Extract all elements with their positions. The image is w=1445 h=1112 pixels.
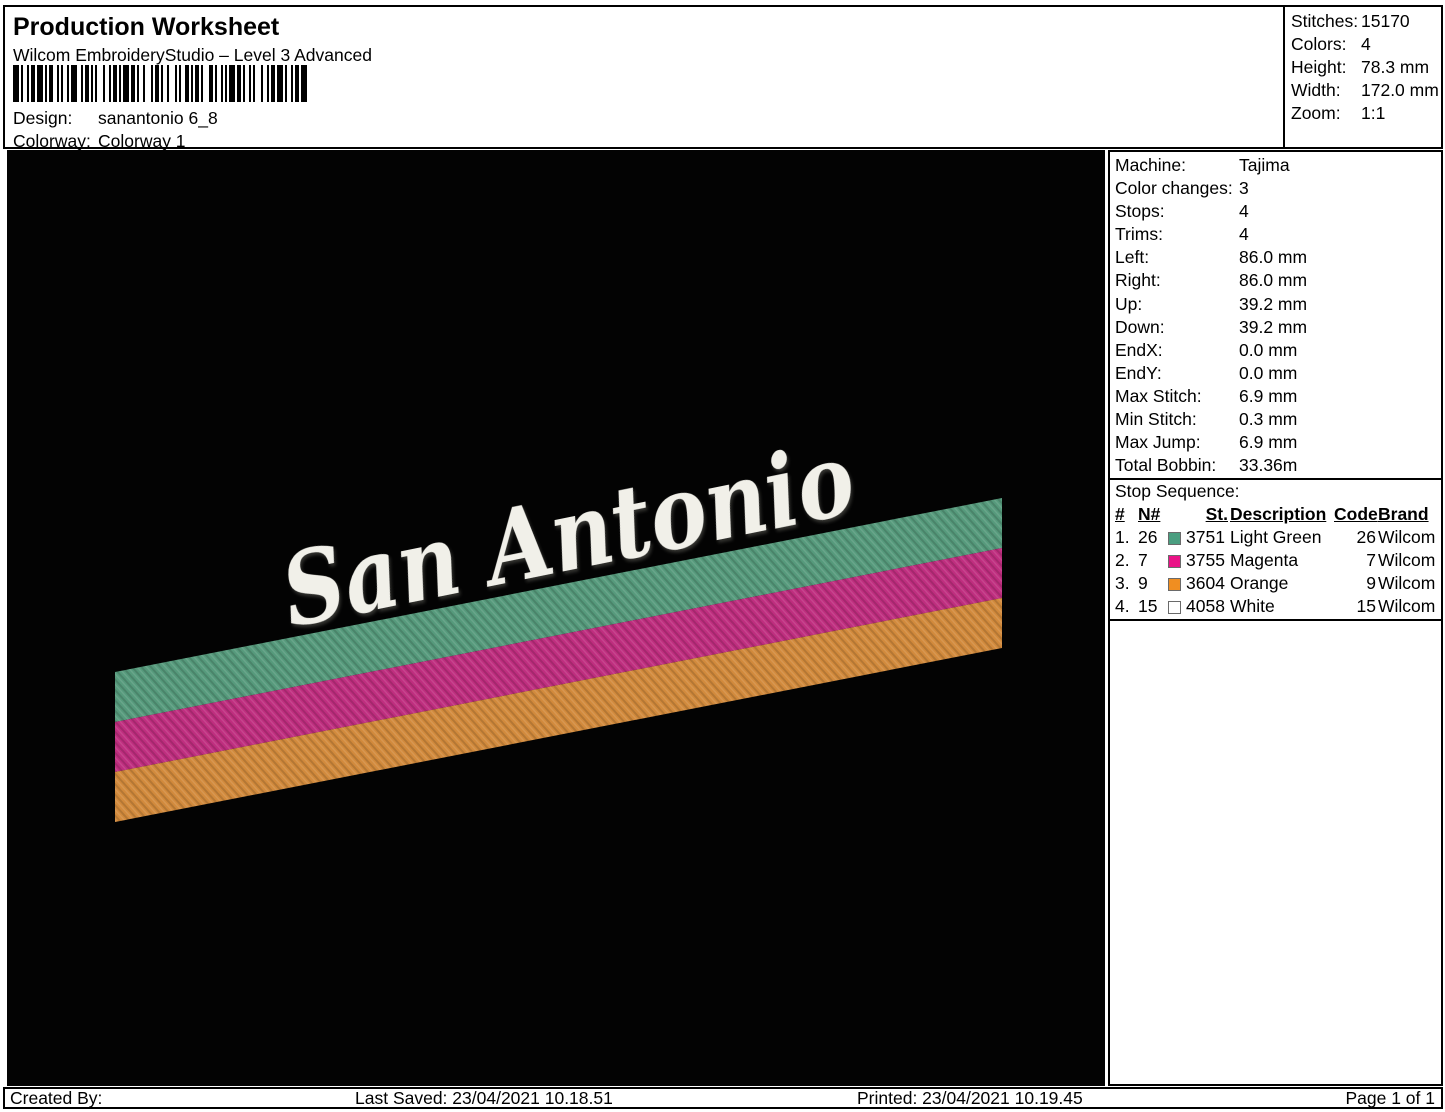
col-description: Description [1230, 503, 1334, 526]
printed-text: Printed: 23/04/2021 10.19.45 [857, 1089, 1083, 1107]
panel-divider [1110, 619, 1441, 621]
machine-info-row: EndY:0.0 mm [1110, 362, 1441, 385]
col-code: Code [1334, 503, 1378, 526]
stop-sequence-row: 1. 26 3751 Light Green 26 Wilcom [1110, 526, 1441, 549]
machine-info-row: Left:86.0 mm [1110, 246, 1441, 269]
software-subtitle: Wilcom EmbroideryStudio – Level 3 Advanc… [13, 45, 372, 66]
stop-sequence-row: 3. 9 3604 Orange 9 Wilcom [1110, 572, 1441, 595]
page-title: Production Worksheet [13, 13, 279, 42]
machine-info-row: Total Bobbin:33.36m [1110, 454, 1441, 477]
machine-info-row: Max Jump:6.9 mm [1110, 431, 1441, 454]
embroidery-design: San Antonio [7, 150, 1105, 1086]
thread-color-swatch [1168, 578, 1181, 591]
design-summary-box: Stitches:15170 Colors:4 Height:78.3 mm W… [1283, 5, 1443, 149]
col-brand: Brand [1378, 503, 1441, 526]
col-num: # [1115, 503, 1138, 526]
header: Production Worksheet Wilcom EmbroiderySt… [3, 5, 1285, 149]
machine-info-row: Down:39.2 mm [1110, 316, 1441, 339]
footer-bar: Created By: Last Saved: 23/04/2021 10.18… [3, 1087, 1443, 1109]
colorway-label: Colorway: [13, 131, 98, 152]
machine-info-row: EndX:0.0 mm [1110, 339, 1441, 362]
machine-info-row: Max Stitch:6.9 mm [1110, 385, 1441, 408]
machine-info-row: Right:86.0 mm [1110, 269, 1441, 292]
machine-info-row: Trims:4 [1110, 223, 1441, 246]
col-needle: N# [1138, 503, 1168, 526]
summary-row: Zoom:1:1 [1291, 102, 1441, 125]
summary-row: Height:78.3 mm [1291, 56, 1441, 79]
created-by-label: Created By: [10, 1089, 102, 1107]
stop-sequence-row: 4. 15 4058 White 15 Wilcom [1110, 595, 1441, 618]
last-saved-text: Last Saved: 23/04/2021 10.18.51 [355, 1089, 613, 1107]
col-stitch: St. [1168, 503, 1230, 526]
thread-color-swatch [1168, 532, 1181, 545]
thread-color-swatch [1168, 555, 1181, 568]
summary-row: Stitches:15170 [1291, 10, 1441, 33]
stop-sequence-title: Stop Sequence: [1110, 480, 1441, 503]
machine-info-row: Min Stitch:0.3 mm [1110, 408, 1441, 431]
machine-info-row: Stops:4 [1110, 200, 1441, 223]
stop-sequence-row: 2. 7 3755 Magenta 7 Wilcom [1110, 549, 1441, 572]
stop-sequence-header: # N# St. Description Code Brand [1110, 503, 1441, 526]
summary-row: Width:172.0 mm [1291, 79, 1441, 102]
design-label: Design: [13, 108, 98, 129]
colorway-row: Colorway: Colorway 1 [13, 131, 186, 152]
machine-info-panel: Machine:Tajima Color changes:3 Stops:4 T… [1108, 150, 1443, 1086]
production-worksheet-page: Production Worksheet Wilcom EmbroiderySt… [0, 0, 1445, 1112]
machine-info-row: Machine:Tajima [1110, 154, 1441, 177]
design-barcode [13, 65, 307, 102]
thread-color-swatch [1168, 601, 1181, 614]
machine-info-row: Up:39.2 mm [1110, 293, 1441, 316]
page-number: Page 1 of 1 [1345, 1089, 1435, 1107]
machine-info-row: Color changes:3 [1110, 177, 1441, 200]
colorway-value: Colorway 1 [98, 131, 186, 152]
design-value: sanantonio 6_8 [98, 108, 218, 129]
design-name-row: Design: sanantonio 6_8 [13, 108, 218, 129]
design-preview-canvas: San Antonio [7, 150, 1105, 1086]
summary-row: Colors:4 [1291, 33, 1441, 56]
